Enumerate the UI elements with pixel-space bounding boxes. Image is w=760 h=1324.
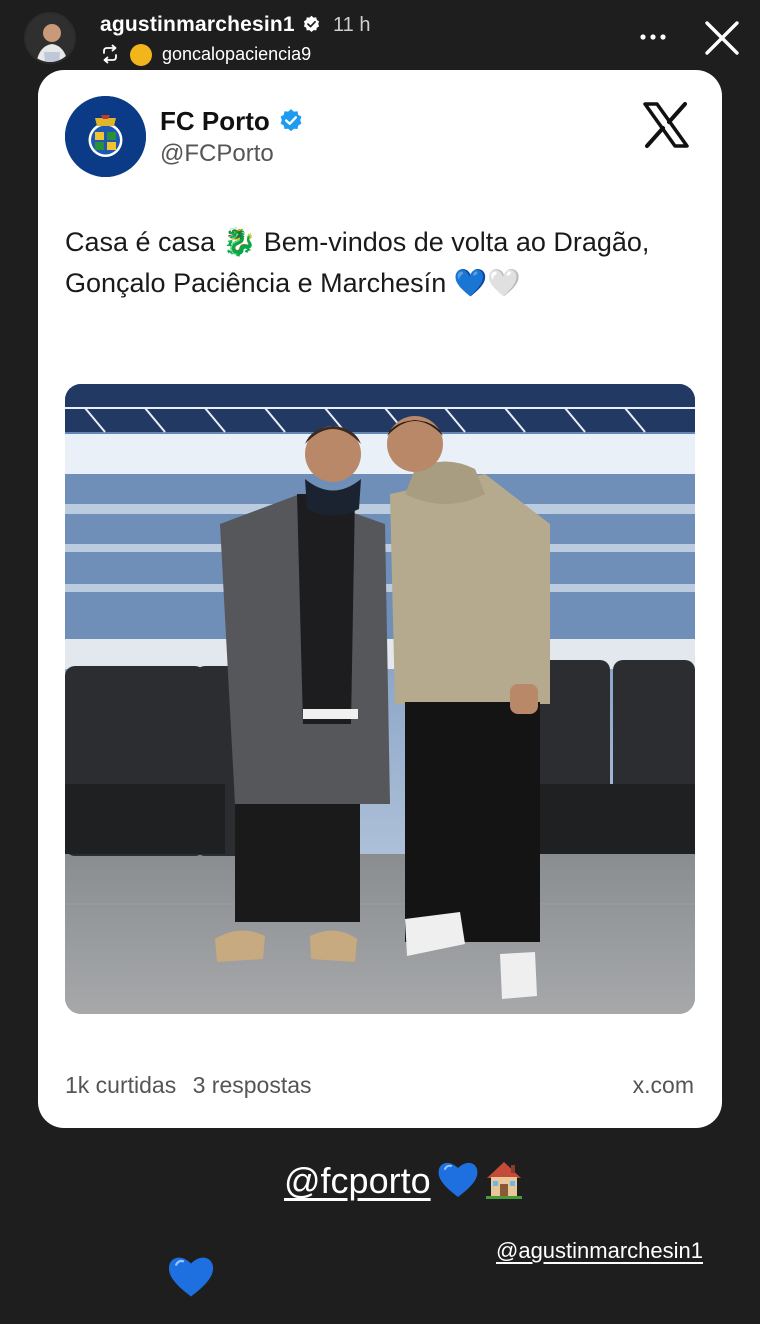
repost-avatar[interactable]	[130, 44, 152, 66]
heart-icon	[168, 1257, 214, 1297]
post-text: Casa é casa 🐉 Bem-vindos de volta ao Dra…	[65, 227, 650, 298]
account-handle[interactable]: @FCPorto	[160, 140, 274, 168]
replies-count[interactable]: 3 respostas	[193, 1072, 312, 1098]
story-header: agustinmarchesin1 11 h goncalopaciencia9	[0, 0, 760, 72]
post-time: 11 h	[333, 14, 371, 36]
post-photo[interactable]	[65, 384, 695, 1014]
heart-icon	[438, 1162, 478, 1197]
house-icon	[486, 1162, 522, 1199]
avatar[interactable]	[24, 12, 76, 64]
story-viewer: agustinmarchesin1 11 h goncalopaciencia9	[0, 0, 760, 1324]
post-stats: 1k curtidas 3 respostas	[65, 1072, 322, 1099]
more-icon[interactable]	[636, 22, 670, 52]
embedded-post-card[interactable]: FC Porto @FCPorto Casa é casa 🐉 Bem-vind…	[38, 70, 722, 1128]
verified-icon	[303, 15, 320, 32]
fc-porto-logo[interactable]	[65, 96, 146, 177]
username[interactable]: agustinmarchesin1	[100, 13, 295, 37]
verified-icon	[280, 109, 302, 132]
mention-sticker-agustinmarchesin1[interactable]: @agustinmarchesin1	[496, 1238, 703, 1264]
x-logo-icon[interactable]	[641, 100, 691, 150]
likes-count[interactable]: 1k curtidas	[65, 1072, 176, 1098]
account-name[interactable]: FC Porto	[160, 106, 270, 137]
repost-username[interactable]: goncalopaciencia9	[162, 44, 311, 65]
close-icon[interactable]	[702, 18, 742, 58]
mention-sticker-fcporto[interactable]: @fcporto	[284, 1160, 431, 1202]
source-domain[interactable]: x.com	[633, 1072, 694, 1099]
repost-icon	[103, 44, 117, 64]
